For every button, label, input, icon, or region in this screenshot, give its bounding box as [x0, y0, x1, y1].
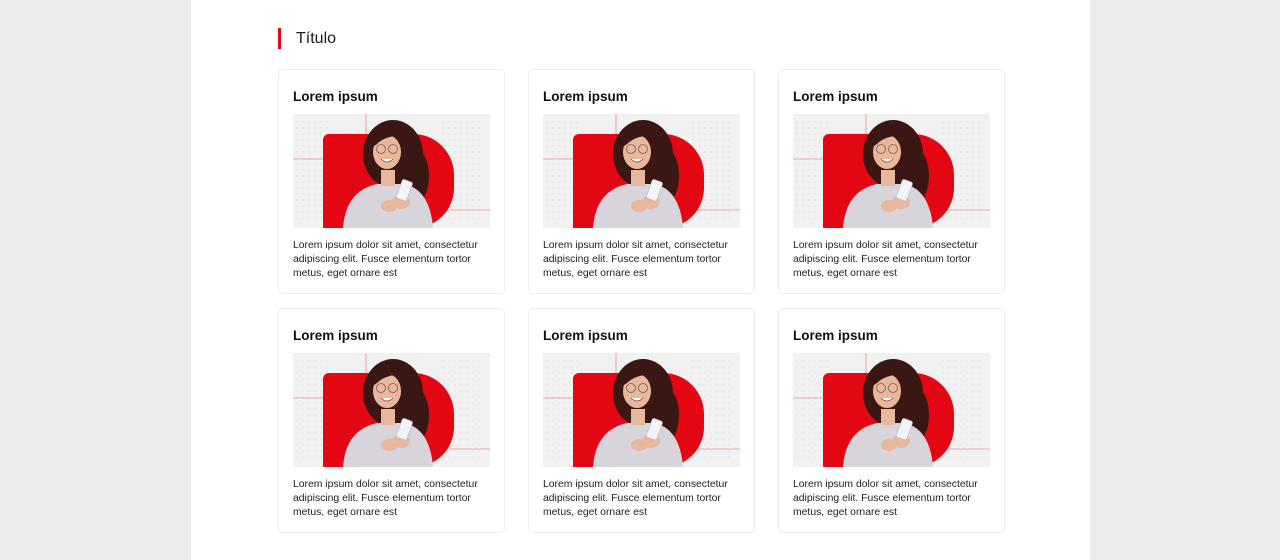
card-title: Lorem ipsum: [543, 328, 628, 343]
card-title: Lorem ipsum: [293, 89, 378, 104]
card-description: Lorem ipsum dolor sit amet, consectetur …: [293, 240, 478, 279]
card-description: Lorem ipsum dolor sit amet, consectetur …: [543, 479, 728, 518]
title-accent-bar: [278, 28, 281, 49]
card-title: Lorem ipsum: [793, 89, 878, 104]
section-header: Título: [278, 28, 336, 49]
card[interactable]: Lorem ipsum Lorem ipsum dolor sit amet, …: [278, 69, 505, 294]
content-panel: Título Lorem ipsum Lorem ipsum dolor sit…: [191, 0, 1090, 560]
woman-smartphone-photo: [543, 114, 740, 228]
woman-smartphone-photo: [793, 114, 990, 228]
woman-smartphone-photo: [293, 353, 490, 467]
card-title: Lorem ipsum: [293, 328, 378, 343]
woman-smartphone-photo: [543, 353, 740, 467]
card[interactable]: Lorem ipsum Lorem ipsum dolor sit amet, …: [778, 69, 1005, 294]
card-grid: Lorem ipsum Lorem ipsum dolor sit amet, …: [278, 69, 1005, 533]
card-description: Lorem ipsum dolor sit amet, consectetur …: [793, 479, 978, 518]
card-description: Lorem ipsum dolor sit amet, consectetur …: [543, 240, 728, 279]
card-title: Lorem ipsum: [543, 89, 628, 104]
woman-smartphone-photo: [293, 114, 490, 228]
card[interactable]: Lorem ipsum Lorem ipsum dolor sit amet, …: [278, 308, 505, 533]
card-description: Lorem ipsum dolor sit amet, consectetur …: [293, 479, 478, 518]
card[interactable]: Lorem ipsum Lorem ipsum dolor sit amet, …: [528, 69, 755, 294]
section-title: Título: [296, 29, 337, 47]
card-title: Lorem ipsum: [793, 328, 878, 343]
card-description: Lorem ipsum dolor sit amet, consectetur …: [793, 240, 978, 279]
woman-smartphone-photo: [793, 353, 990, 467]
card[interactable]: Lorem ipsum Lorem ipsum dolor sit amet, …: [528, 308, 755, 533]
card[interactable]: Lorem ipsum Lorem ipsum dolor sit amet, …: [778, 308, 1005, 533]
